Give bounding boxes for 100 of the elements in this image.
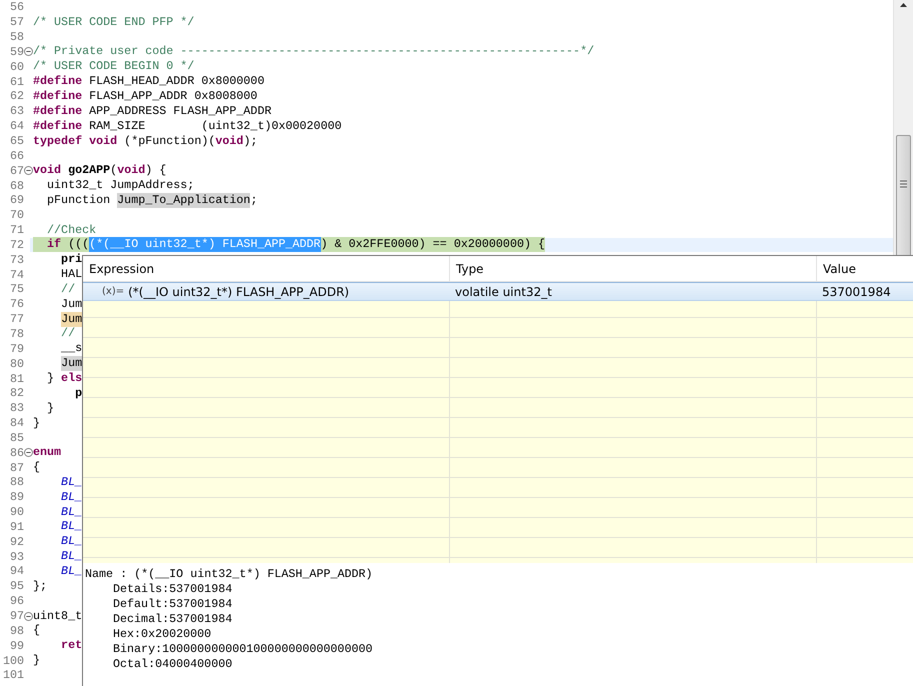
line-number: 60 xyxy=(8,60,24,74)
code-line: } xyxy=(32,653,40,668)
line-number: 85 xyxy=(8,430,24,445)
expression-text: (*(__IO uint32_t*) FLASH_APP_ADDR) xyxy=(128,284,350,298)
line-number: 71 xyxy=(8,223,24,238)
line-number: 66 xyxy=(8,148,24,163)
code-line: pri xyxy=(60,252,82,268)
code-line: Jum xyxy=(60,296,82,312)
collapse-icon[interactable] xyxy=(24,166,33,176)
collapse-icon[interactable] xyxy=(24,47,33,56)
line-number: 95 xyxy=(8,579,24,594)
code-line: p xyxy=(74,386,82,401)
code-line: } els xyxy=(46,371,82,386)
line-number: 98 xyxy=(8,624,24,638)
code-line: typedef void (*pFunction)(void); xyxy=(32,134,258,149)
line-number: 56 xyxy=(8,0,24,14)
line-number: 96 xyxy=(8,594,24,608)
line-number: 72 xyxy=(8,238,24,252)
code-line: { xyxy=(32,623,40,638)
line-number: 75 xyxy=(8,282,24,296)
details-field: Decimal:537001984 xyxy=(85,612,912,627)
line-number: 57 xyxy=(8,15,24,30)
grip-icon xyxy=(900,180,907,188)
code-line: #define FLASH_APP_ADDR 0x8008000 xyxy=(32,88,258,104)
line-number: 90 xyxy=(8,505,24,520)
line-number: 65 xyxy=(8,134,24,148)
line-number: 81 xyxy=(8,372,24,386)
code-line: } xyxy=(32,416,40,431)
line-number: 69 xyxy=(8,193,24,208)
code-line: void go2APP(void) { xyxy=(32,163,166,178)
line-number: 87 xyxy=(8,460,24,475)
code-line: } xyxy=(46,400,54,416)
code-line: BL_ xyxy=(60,534,82,550)
line-number: 78 xyxy=(8,326,24,341)
line-number: 63 xyxy=(8,104,24,118)
code-line: uint32_t JumpAddress; xyxy=(46,178,194,194)
code-line: BL_ xyxy=(60,564,82,579)
code-line: BL_ xyxy=(60,504,82,520)
code-line: // xyxy=(60,282,76,297)
details-field: Hex:0x20020000 xyxy=(85,627,912,642)
line-number: 92 xyxy=(8,534,24,549)
details-field: Octal:04000400000 xyxy=(85,657,912,672)
line-number: 100 xyxy=(2,654,24,668)
code-line: BL_ xyxy=(60,474,82,490)
line-number: 82 xyxy=(8,386,24,400)
collapse-icon[interactable] xyxy=(24,448,33,458)
line-number: 67 xyxy=(8,164,24,178)
code-line: pFunction Jump_To_Application; xyxy=(46,192,258,208)
code-line: #define RAM_SIZE (uint32_t)0x00020000 xyxy=(32,118,342,134)
code-line: #define FLASH_HEAD_ADDR 0x8000000 xyxy=(32,74,264,90)
line-number: 93 xyxy=(8,550,24,564)
variable-icon: (x)= xyxy=(102,286,124,297)
code-line: uint8_t xyxy=(32,608,82,624)
details-field: Details:537001984 xyxy=(85,582,912,597)
scroll-up-icon[interactable] xyxy=(900,3,907,7)
line-number: 80 xyxy=(8,356,24,371)
code-line: /* USER CODE BEGIN 0 */ xyxy=(32,59,194,74)
code-line: /* USER CODE END PFP */ xyxy=(32,14,194,30)
line-number: 77 xyxy=(8,312,24,326)
value-cell: 537001984 xyxy=(817,282,913,301)
code-line: ret xyxy=(60,638,82,654)
line-number: 79 xyxy=(8,342,24,356)
code-line: __s xyxy=(60,341,82,356)
line-number: 73 xyxy=(8,252,24,267)
expression-cell[interactable]: (x)= (*(__IO uint32_t*) FLASH_APP_ADDR) xyxy=(83,282,450,301)
column-header[interactable]: Value xyxy=(817,256,913,282)
code-line: HAL xyxy=(60,267,82,282)
code-line: /* Private user code ---------------------------------------------------------*/ xyxy=(32,44,594,60)
line-number: 97 xyxy=(8,609,24,624)
code-line: if ((((*(__IO uint32_t*) FLASH_APP_ADDR) & 0x2FFE0000) == 0x20000000) { xyxy=(30,237,546,252)
line-number: 76 xyxy=(8,297,24,312)
column-header[interactable]: Expression xyxy=(83,256,450,282)
line-number: 59 xyxy=(8,44,24,59)
code-line: BL_ xyxy=(60,549,82,564)
line-number: 91 xyxy=(8,520,24,534)
details-field: Default:537001984 xyxy=(85,597,912,612)
line-number: 99 xyxy=(8,638,24,653)
code-line: //Check xyxy=(46,222,96,238)
code-line: BL_ xyxy=(60,490,82,505)
line-number: 83 xyxy=(8,401,24,416)
code-line: // xyxy=(60,326,76,342)
code-line: BL_ xyxy=(60,519,82,534)
line-number: 101 xyxy=(2,668,24,682)
details-field: Binary:100000000000100000000000000000 xyxy=(85,642,912,657)
type-cell: volatile uint32_t xyxy=(450,282,817,301)
details-name: Name : (*(__IO uint32_t*) FLASH_APP_ADDR) xyxy=(85,567,374,582)
column-header[interactable]: Type xyxy=(450,256,817,282)
line-number: 74 xyxy=(8,268,24,282)
line-number: 68 xyxy=(8,178,24,193)
line-number: 94 xyxy=(8,564,24,578)
line-number: 58 xyxy=(8,30,24,44)
code-line: }; xyxy=(32,578,48,594)
line-number: 70 xyxy=(8,208,24,222)
code-line: enum xyxy=(32,445,62,460)
line-number: 84 xyxy=(8,416,24,430)
line-number: 89 xyxy=(8,490,24,504)
line-number: 86 xyxy=(8,446,24,460)
collapse-icon[interactable] xyxy=(24,612,33,621)
code-line: { xyxy=(32,460,40,476)
code-line: #define APP_ADDRESS FLASH_APP_ADDR xyxy=(32,104,272,119)
